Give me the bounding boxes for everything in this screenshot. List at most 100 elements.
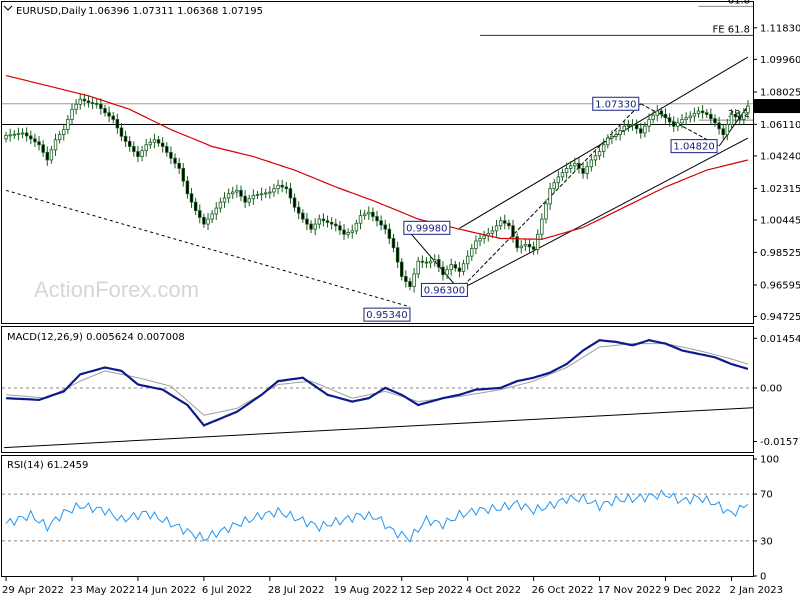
candle-body bbox=[33, 138, 37, 143]
candle-body bbox=[626, 124, 631, 127]
annotation-label: 1.07330 bbox=[595, 99, 636, 110]
candle-body bbox=[680, 119, 684, 124]
candle-body bbox=[536, 233, 540, 250]
candle-body bbox=[449, 264, 453, 271]
candle-body bbox=[618, 130, 622, 136]
candle-body bbox=[692, 113, 697, 117]
x-tick-label: 28 Jul 2022 bbox=[268, 585, 325, 596]
candle-body bbox=[560, 172, 565, 178]
candle-body bbox=[651, 114, 655, 120]
candle-body bbox=[564, 168, 569, 174]
candle-body bbox=[391, 238, 396, 249]
rsi-header: RSI(14) 61.2459 bbox=[7, 460, 88, 471]
candle-body bbox=[577, 162, 581, 169]
candle-body bbox=[371, 211, 375, 217]
candle-body bbox=[346, 232, 350, 235]
candle-body bbox=[165, 146, 169, 153]
x-tick-label: 26 Oct 2022 bbox=[532, 585, 594, 596]
y-tick-label: 0.98525 bbox=[760, 248, 800, 259]
candle-body bbox=[210, 213, 214, 220]
candle-body bbox=[160, 142, 165, 147]
candle-body bbox=[136, 151, 140, 157]
candle-body bbox=[713, 118, 717, 124]
candle-body bbox=[29, 135, 33, 140]
candle-body bbox=[272, 188, 276, 193]
level-label: FE 61.8 bbox=[712, 24, 750, 35]
candle-body bbox=[334, 223, 338, 227]
candle-body bbox=[717, 122, 721, 130]
candle-body bbox=[610, 135, 614, 139]
x-tick-label: 23 May 2022 bbox=[70, 585, 135, 596]
candle-body bbox=[280, 184, 284, 188]
y-tick-label: 1.09960 bbox=[760, 55, 800, 66]
macd-header: MACD(12,26,9) 0.005624 0.007008 bbox=[7, 332, 185, 343]
candle-body bbox=[490, 230, 495, 234]
candle-body bbox=[222, 197, 227, 203]
candle-body bbox=[301, 212, 305, 220]
y-tick-label: 0.96595 bbox=[760, 280, 800, 291]
candle-body bbox=[78, 98, 82, 105]
candle-body bbox=[573, 162, 577, 167]
candle-body bbox=[24, 132, 29, 137]
candle-body bbox=[350, 230, 354, 233]
candle-body bbox=[107, 112, 111, 117]
rsi-panel bbox=[1, 455, 754, 577]
candle-body bbox=[189, 193, 194, 203]
last-price-label: 1.07195 bbox=[759, 102, 800, 113]
candle-body bbox=[511, 225, 515, 238]
candle-body bbox=[630, 124, 635, 126]
candle-body bbox=[379, 220, 383, 226]
candle-body bbox=[441, 266, 445, 276]
rsi-tick-label: 0 bbox=[760, 572, 766, 583]
macd-tick-label: -0.015712 bbox=[760, 437, 800, 448]
candle-body bbox=[317, 218, 322, 225]
candle-body bbox=[284, 186, 289, 190]
rsi-tick-label: 70 bbox=[760, 490, 773, 501]
candle-body bbox=[321, 218, 326, 222]
candle-body bbox=[383, 224, 387, 230]
candle-body bbox=[474, 240, 478, 249]
candle-body bbox=[395, 247, 400, 263]
candle-body bbox=[503, 220, 507, 224]
candle-body bbox=[737, 116, 742, 120]
x-tick-label: 14 Jun 2022 bbox=[136, 585, 196, 596]
candle-body bbox=[585, 166, 589, 174]
annotation-label: 0.99980 bbox=[406, 223, 447, 234]
candle-body bbox=[424, 261, 429, 264]
x-tick-label: 19 Aug 2022 bbox=[334, 585, 398, 596]
candle-body bbox=[437, 259, 441, 268]
candle-body bbox=[218, 201, 223, 209]
candle-body bbox=[404, 276, 408, 282]
candle-body bbox=[268, 191, 272, 194]
candle-body bbox=[82, 98, 87, 102]
candle-body bbox=[556, 176, 561, 184]
candle-body bbox=[57, 134, 62, 141]
candle-body bbox=[581, 168, 585, 174]
candle-body bbox=[729, 113, 734, 125]
candle-body bbox=[127, 141, 132, 147]
y-tick-label: 1.04240 bbox=[760, 151, 800, 162]
candle-body bbox=[705, 112, 709, 115]
candle-body bbox=[432, 259, 437, 262]
candle-body bbox=[601, 144, 606, 152]
candle-body bbox=[507, 222, 511, 227]
candle-body bbox=[634, 124, 639, 130]
candle-body bbox=[453, 264, 458, 269]
candle-body bbox=[8, 134, 12, 137]
candle-body bbox=[95, 103, 99, 105]
candle-body bbox=[247, 198, 251, 203]
candle-body bbox=[198, 210, 202, 218]
y-tick-label: 1.08025 bbox=[760, 88, 800, 99]
candle-body bbox=[416, 260, 420, 275]
candle-body bbox=[292, 197, 297, 208]
candle-body bbox=[263, 192, 268, 195]
candle-body bbox=[185, 180, 190, 195]
candle-body bbox=[16, 133, 21, 135]
candle-body bbox=[519, 245, 523, 249]
annotation-label: 0.96300 bbox=[424, 285, 465, 296]
candle-body bbox=[115, 119, 120, 129]
candle-body bbox=[470, 248, 474, 257]
candle-body bbox=[255, 194, 260, 196]
candle-body bbox=[688, 115, 692, 119]
candle-body bbox=[672, 121, 676, 127]
